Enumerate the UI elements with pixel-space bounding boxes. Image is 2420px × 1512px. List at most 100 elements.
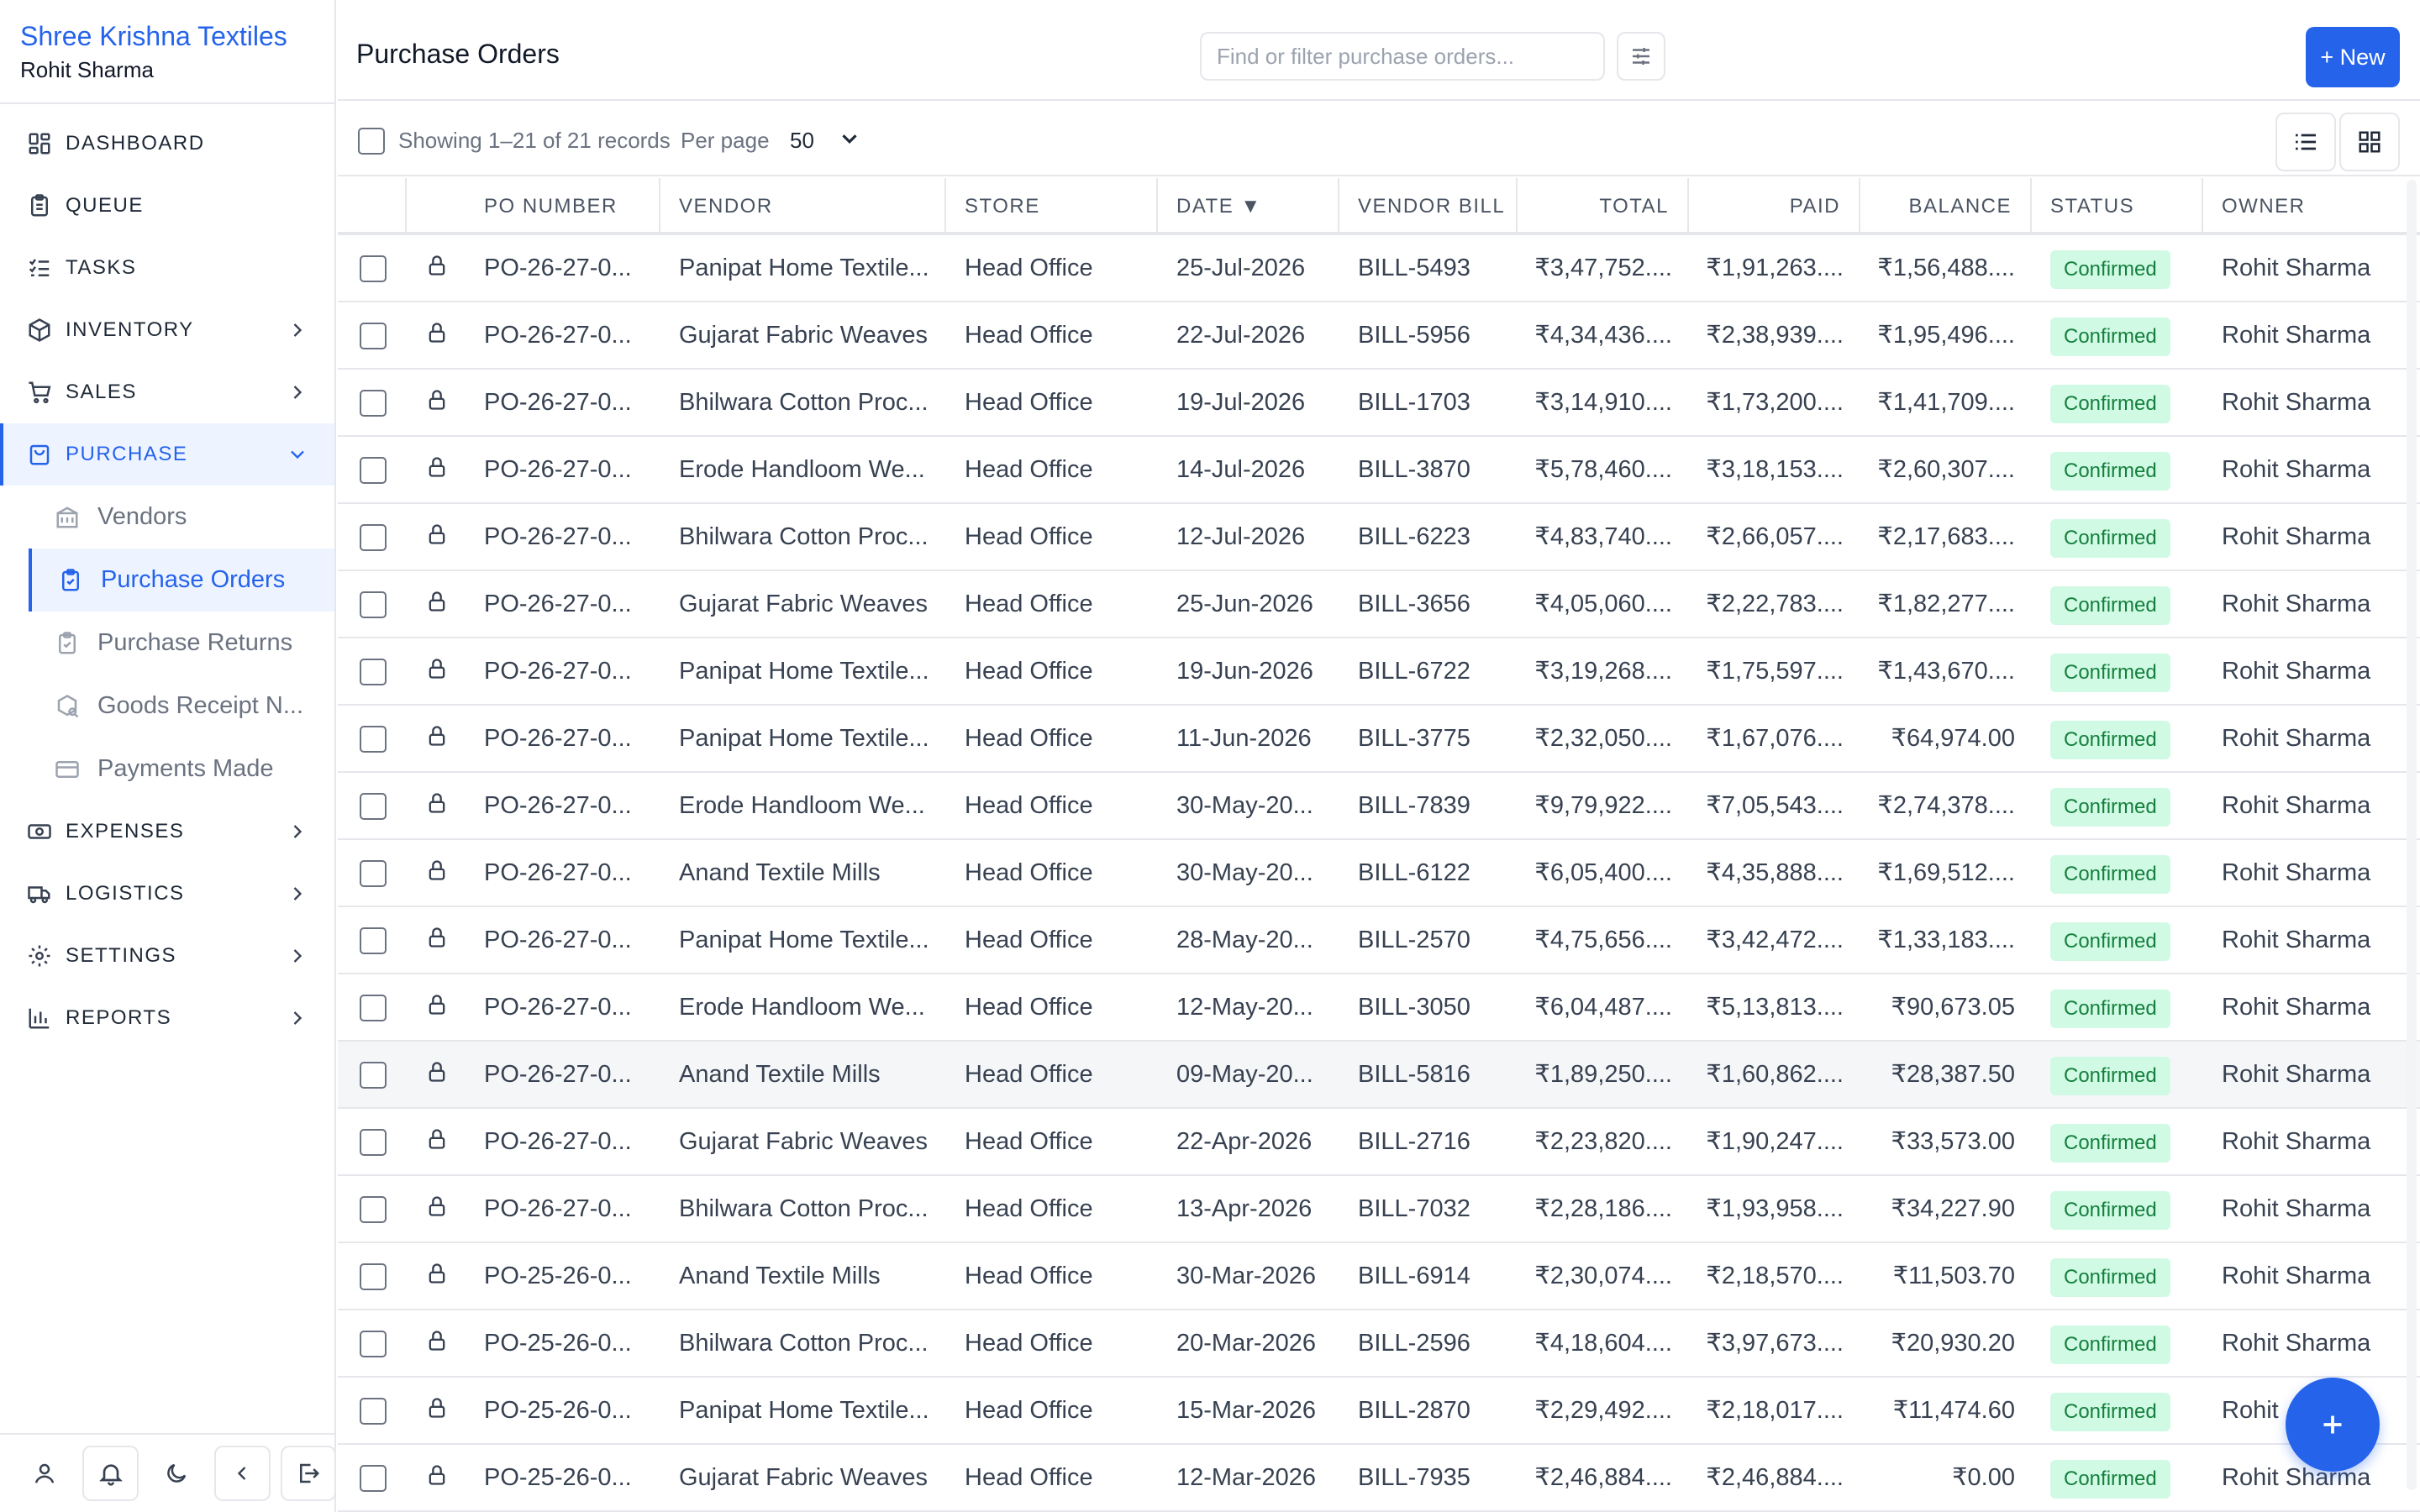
cell-po-number[interactable]: PO-26-27-0... (484, 504, 649, 570)
cell-po-number[interactable]: PO-26-27-0... (484, 706, 649, 771)
table-row[interactable]: PO-26-27-0... Panipat Home Textile... Head… (338, 638, 2420, 706)
new-purchase-order-button[interactable]: + New (2306, 27, 2400, 87)
select-all-checkbox[interactable] (358, 128, 385, 155)
cell-po-number[interactable]: PO-26-27-0... (484, 907, 649, 973)
sidebar-item-expenses[interactable]: EXPENSES (0, 801, 334, 863)
row-checkbox[interactable] (360, 255, 387, 282)
column-header-vendor-bill[interactable]: VENDOR BILL (1339, 178, 1518, 235)
table-row[interactable]: PO-25-26-0... Panipat Home Textile... Head… (338, 1378, 2420, 1445)
column-header-owner[interactable]: OWNER (2203, 178, 2413, 235)
notifications-button[interactable] (82, 1446, 139, 1501)
cell-po-number[interactable]: PO-26-27-0... (484, 840, 649, 906)
table-row[interactable]: PO-25-26-0... Anand Textile Mills Head Off… (338, 1243, 2420, 1310)
sidebar-item-queue[interactable]: QUEUE (0, 175, 334, 237)
row-checkbox[interactable] (360, 927, 387, 954)
cell-po-number[interactable]: PO-26-27-0... (484, 974, 649, 1040)
column-header-balance[interactable]: BALANCE (1860, 178, 2032, 235)
table-row[interactable]: PO-26-27-0... Panipat Home Textile... Head… (338, 706, 2420, 773)
column-header-vendor[interactable]: VENDOR (660, 178, 946, 235)
profile-button[interactable] (17, 1446, 72, 1501)
sidebar-subitem-purchase-returns[interactable]: Purchase Returns (0, 612, 334, 675)
per-page-select[interactable]: 50 (790, 128, 814, 154)
sidebar-item-settings[interactable]: SETTINGS (0, 925, 334, 987)
cell-vendor: Panipat Home Textile... (679, 1397, 929, 1424)
row-checkbox[interactable] (360, 1196, 387, 1223)
logout-button[interactable] (280, 1446, 336, 1501)
cell-po-number[interactable]: PO-26-27-0... (484, 1176, 649, 1242)
table-row[interactable]: PO-26-27-0... Panipat Home Textile... Head… (338, 235, 2420, 302)
row-checkbox[interactable] (360, 793, 387, 820)
theme-toggle-button[interactable] (149, 1446, 204, 1501)
table-row[interactable]: PO-26-27-0... Erode Handloom We... Head Of… (338, 437, 2420, 504)
sidebar-subitem-goods-receipt[interactable]: Goods Receipt N... (0, 675, 334, 738)
row-checkbox[interactable] (360, 1062, 387, 1089)
cell-po-number[interactable]: PO-25-26-0... (484, 1243, 649, 1309)
row-checkbox[interactable] (360, 726, 387, 753)
search-input[interactable] (1200, 32, 1605, 81)
cell-po-number[interactable]: PO-26-27-0... (484, 1109, 649, 1174)
row-checkbox[interactable] (360, 390, 387, 417)
row-checkbox[interactable] (360, 457, 387, 484)
cell-po-number[interactable]: PO-26-27-0... (484, 571, 649, 637)
table-row[interactable]: PO-26-27-0... Gujarat Fabric Weaves Head O… (338, 571, 2420, 638)
collapse-sidebar-button[interactable] (214, 1446, 271, 1501)
cell-po-number[interactable]: PO-26-27-0... (484, 235, 649, 301)
table-row[interactable]: PO-26-27-0... Anand Textile Mills Head Off… (338, 1042, 2420, 1109)
row-checkbox[interactable] (360, 860, 387, 887)
cell-po-number[interactable]: PO-26-27-0... (484, 370, 649, 435)
org-name[interactable]: Shree Krishna Textiles (20, 18, 314, 54)
sidebar-item-purchase[interactable]: PURCHASE (0, 423, 334, 486)
row-checkbox[interactable] (360, 323, 387, 349)
table-row[interactable]: PO-25-26-0... Bhilwara Cotton Proc... Head… (338, 1310, 2420, 1378)
cell-po-number[interactable]: PO-26-27-0... (484, 773, 649, 838)
column-header-total[interactable]: TOTAL (1518, 178, 1689, 235)
row-checkbox[interactable] (360, 995, 387, 1021)
row-checkbox[interactable] (360, 1263, 387, 1290)
sidebar-item-logistics[interactable]: LOGISTICS (0, 863, 334, 925)
table-row[interactable]: PO-26-27-0... Panipat Home Textile... Head… (338, 907, 2420, 974)
column-header-store[interactable]: STORE (946, 178, 1158, 235)
table-row[interactable]: PO-26-27-0... Bhilwara Cotton Proc... Head… (338, 370, 2420, 437)
cell-po-number[interactable]: PO-25-26-0... (484, 1445, 649, 1510)
cell-po-number[interactable]: PO-25-26-0... (484, 1310, 649, 1376)
column-header-po-number[interactable]: PO NUMBER (484, 178, 660, 235)
row-checkbox[interactable] (360, 1465, 387, 1492)
cell-po-number[interactable]: PO-26-27-0... (484, 302, 649, 368)
cell-vendor-bill: BILL-5493 (1358, 255, 1470, 281)
column-header-status[interactable]: STATUS (2032, 178, 2203, 235)
filter-button[interactable] (1617, 32, 1665, 81)
sidebar-subitem-purchase-orders[interactable]: Purchase Orders (29, 549, 334, 612)
sidebar-item-reports[interactable]: REPORTS (0, 987, 334, 1049)
sidebar-item-tasks[interactable]: TASKS (0, 237, 334, 299)
row-checkbox[interactable] (360, 659, 387, 685)
sidebar-item-sales[interactable]: SALES (0, 361, 334, 423)
sidebar-item-inventory[interactable]: INVENTORY (0, 299, 334, 361)
column-header-paid[interactable]: PAID (1689, 178, 1860, 235)
table-row[interactable]: PO-26-27-0... Gujarat Fabric Weaves Head O… (338, 302, 2420, 370)
list-view-button[interactable] (2275, 113, 2336, 171)
sidebar-item-dashboard[interactable]: DASHBOARD (0, 113, 334, 175)
add-floating-button[interactable] (2286, 1378, 2380, 1472)
row-checkbox[interactable] (360, 1398, 387, 1425)
row-checkbox[interactable] (360, 1129, 387, 1156)
table-row[interactable]: PO-26-27-0... Anand Textile Mills Head Off… (338, 840, 2420, 907)
cell-po-number[interactable]: PO-26-27-0... (484, 1042, 649, 1107)
table-row[interactable]: PO-26-27-0... Bhilwara Cotton Proc... Head… (338, 504, 2420, 571)
cell-po-number[interactable]: PO-26-27-0... (484, 437, 649, 502)
table-row[interactable]: PO-26-27-0... Erode Handloom We... Head Of… (338, 773, 2420, 840)
grid-view-button[interactable] (2339, 113, 2400, 171)
row-checkbox[interactable] (360, 591, 387, 618)
table-row[interactable]: PO-26-27-0... Erode Handloom We... Head Of… (338, 974, 2420, 1042)
cell-po-number[interactable]: PO-26-27-0... (484, 638, 649, 704)
chevron-down-icon[interactable] (837, 126, 862, 151)
sidebar-subitem-vendors[interactable]: Vendors (0, 486, 334, 549)
column-header-date[interactable]: DATE ▼ (1158, 178, 1339, 235)
table-row[interactable]: PO-26-27-0... Gujarat Fabric Weaves Head O… (338, 1109, 2420, 1176)
sidebar-subitem-payments-made[interactable]: Payments Made (0, 738, 334, 801)
table-row[interactable]: PO-25-26-0... Gujarat Fabric Weaves Head O… (338, 1445, 2420, 1512)
row-checkbox[interactable] (360, 524, 387, 551)
table-scrollbar[interactable] (2403, 180, 2420, 1490)
table-row[interactable]: PO-26-27-0... Bhilwara Cotton Proc... Head… (338, 1176, 2420, 1243)
row-checkbox[interactable] (360, 1331, 387, 1357)
cell-po-number[interactable]: PO-25-26-0... (484, 1378, 649, 1443)
